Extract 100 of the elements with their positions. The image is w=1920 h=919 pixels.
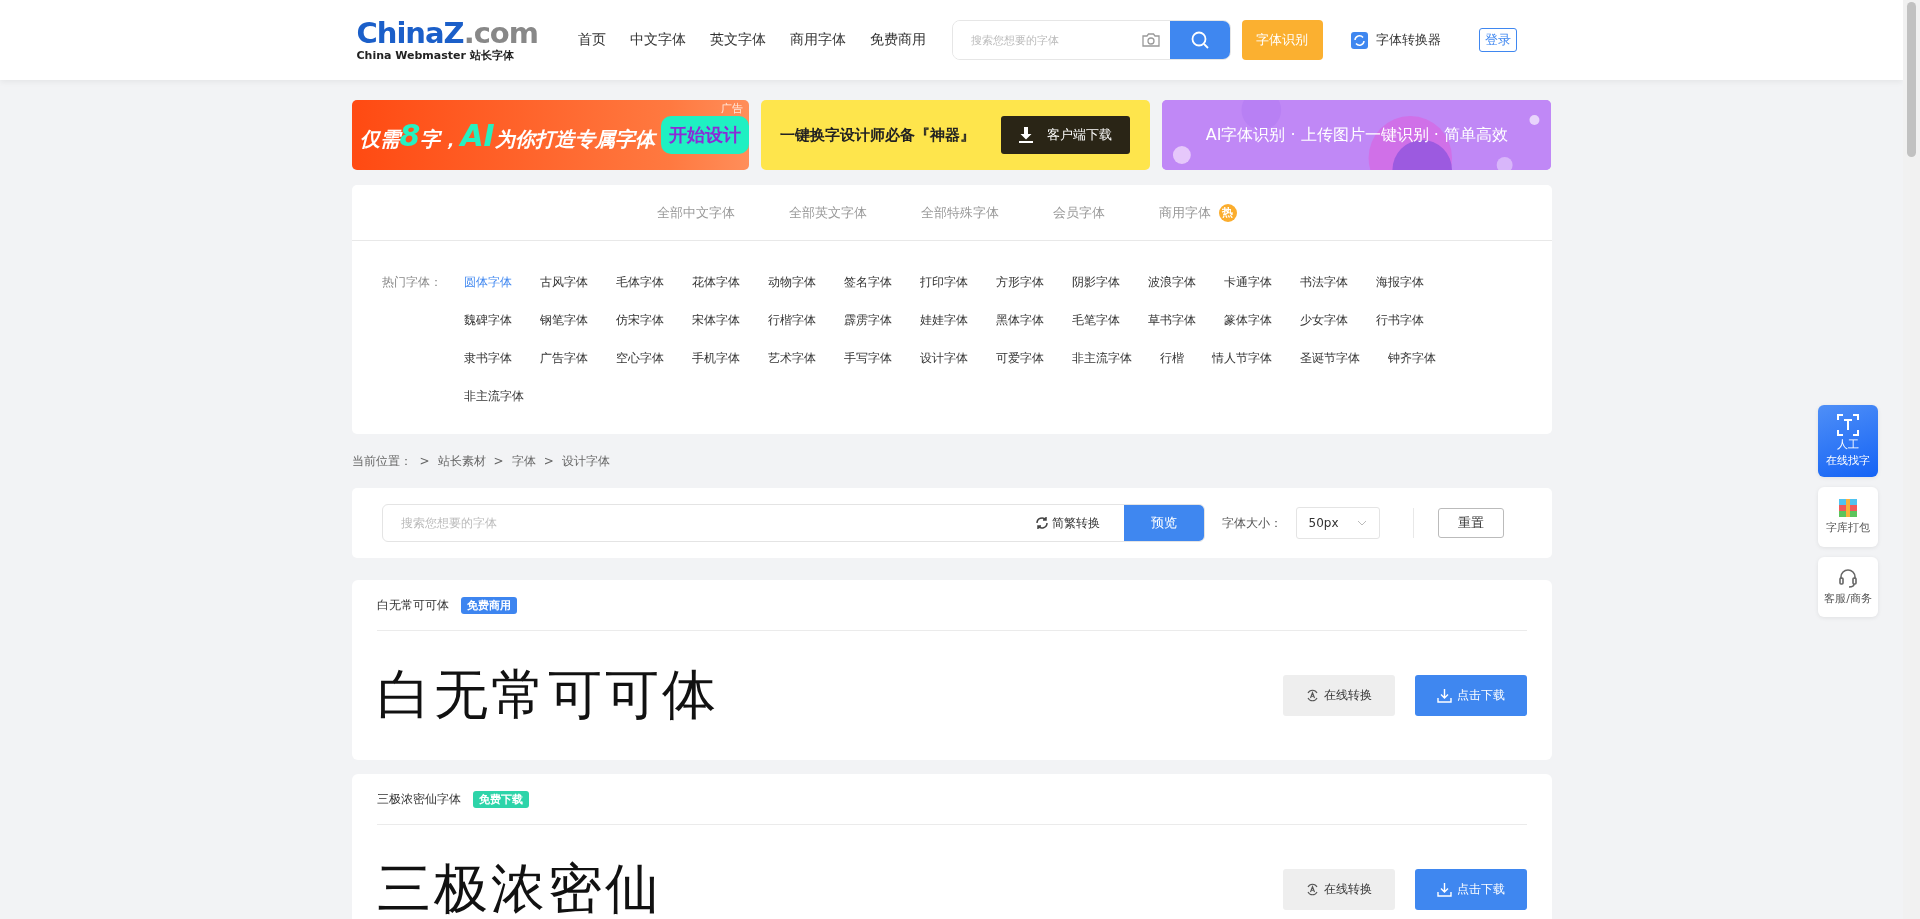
font-category-link[interactable]: 书法字体 — [1299, 263, 1348, 301]
font-category-link[interactable]: 毛笔字体 — [1071, 301, 1120, 339]
font-category-link[interactable]: 阴影字体 — [1071, 263, 1120, 301]
font-category-link[interactable]: 广告字体 — [539, 339, 588, 377]
license-tag: 免费下载 — [472, 790, 529, 808]
font-category-link[interactable]: 行楷 — [1159, 339, 1184, 377]
font-category-link[interactable]: 海报字体 — [1375, 263, 1424, 301]
convert-toggle[interactable]: 简繁转换 — [1028, 513, 1106, 533]
font-category-link[interactable]: 方形字体 — [995, 263, 1044, 301]
scrollbar[interactable] — [1903, 0, 1920, 919]
converter-link[interactable]: 字体转换器 — [1350, 31, 1441, 49]
search-icon — [1190, 31, 1209, 49]
nav-link[interactable]: 英文字体 — [709, 31, 766, 49]
download-button[interactable]: 点击下载 — [1414, 868, 1527, 910]
side-tool-button[interactable]: 客服/商务 — [1818, 557, 1878, 617]
banner-slogan: 仅需8字，AI为你打造专属字体 — [359, 117, 655, 153]
font-category-link[interactable]: 宋体字体 — [691, 301, 740, 339]
promo-banner[interactable]: 广告 仅需8字，AI为你打造专属字体 开始设计 — [351, 100, 749, 170]
font-category-link[interactable]: 非主流字体 — [463, 377, 524, 415]
headset-icon — [1838, 568, 1858, 588]
camera-icon[interactable] — [1141, 33, 1160, 47]
nav-link[interactable]: 首页 — [577, 31, 606, 49]
font-category-link[interactable]: 霹雳字体 — [843, 301, 892, 339]
refresh-icon — [1034, 516, 1049, 530]
font-category-link[interactable]: 草书字体 — [1147, 301, 1196, 339]
nav-link[interactable]: 中文字体 — [629, 31, 686, 49]
package-icon — [1839, 499, 1857, 517]
font-category-link[interactable]: 行楷字体 — [767, 301, 816, 339]
breadcrumb-separator: > — [543, 454, 554, 468]
font-category-link[interactable]: 行书字体 — [1375, 301, 1424, 339]
font-category-link[interactable]: 钟齐字体 — [1387, 339, 1436, 377]
font-category-link[interactable]: 签名字体 — [843, 263, 892, 301]
font-name[interactable]: 白无常可可体 — [376, 596, 449, 614]
breadcrumb-separator: > — [419, 454, 430, 468]
hot-fonts-label: 热门字体： — [381, 274, 442, 291]
font-category-link[interactable]: 波浪字体 — [1147, 263, 1196, 301]
font-name[interactable]: 三极浓密仙字体 — [376, 790, 461, 808]
download-icon — [1436, 881, 1452, 897]
font-category-link[interactable]: 少女字体 — [1299, 301, 1348, 339]
side-tool-button[interactable]: 字库打包 — [1818, 487, 1878, 547]
convert-icon — [1305, 882, 1319, 896]
font-category-link[interactable]: 篆体字体 — [1223, 301, 1272, 339]
font-category-link[interactable]: 非主流字体 — [1071, 339, 1132, 377]
font-category-link[interactable]: 手写字体 — [843, 339, 892, 377]
font-category-link[interactable]: 打印字体 — [919, 263, 968, 301]
font-category-link[interactable]: 卡通字体 — [1223, 263, 1272, 301]
text-frame-icon — [1837, 414, 1859, 436]
font-category-link[interactable]: 古风字体 — [539, 263, 588, 301]
convert-icon — [1305, 688, 1319, 702]
font-size-label: 字体大小： — [1221, 514, 1282, 532]
hot-badge: 热 — [1218, 203, 1237, 222]
banner-slogan: 一键换字设计师必备『神器』 — [780, 125, 976, 145]
login-button[interactable]: 登录 — [1478, 28, 1517, 52]
online-convert-button[interactable]: 在线转换 — [1282, 674, 1395, 716]
breadcrumb-link[interactable]: 设计字体 — [561, 452, 610, 470]
online-convert-button[interactable]: 在线转换 — [1282, 868, 1395, 910]
font-category-link[interactable]: 娃娃字体 — [919, 301, 968, 339]
breadcrumb-separator: > — [493, 454, 504, 468]
download-icon — [1019, 127, 1034, 143]
license-tag: 免费商用 — [460, 596, 517, 614]
font-category-link[interactable]: 动物字体 — [767, 263, 816, 301]
font-size-select[interactable]: 50px — [1295, 507, 1380, 539]
font-category-link[interactable]: 钢笔字体 — [539, 301, 588, 339]
font-category-link[interactable]: 空心字体 — [615, 339, 664, 377]
font-category-link[interactable]: 魏碑字体 — [463, 301, 512, 339]
breadcrumb-link[interactable]: 字体 — [511, 452, 536, 470]
side-tool-button[interactable]: 人工 在线找字 — [1818, 405, 1878, 477]
font-category-link[interactable]: 黑体字体 — [995, 301, 1044, 339]
breadcrumb-link[interactable]: 站长素材 — [437, 452, 486, 470]
start-design-button[interactable]: 开始设计 — [660, 116, 749, 154]
font-category-link[interactable]: 圆体字体 — [463, 263, 512, 301]
banner-slogan: AI字体识别 · 上传图片一键识别 · 简单高效 — [1205, 124, 1508, 146]
font-category-link[interactable]: 毛体字体 — [615, 263, 664, 301]
breadcrumb-label: 当前位置： — [351, 452, 412, 470]
font-search-field[interactable]: 搜索您想要的字体 简繁转换 预览 — [381, 504, 1205, 542]
font-category-link[interactable]: 设计字体 — [919, 339, 968, 377]
reset-button[interactable]: 重置 — [1437, 508, 1504, 538]
sync-icon — [1350, 31, 1368, 49]
download-icon — [1436, 687, 1452, 703]
ad-label: 广告 — [720, 101, 743, 116]
font-preview: 白无常可可体 — [376, 668, 720, 722]
search-button[interactable] — [1169, 21, 1230, 59]
preview-button[interactable]: 预览 — [1123, 505, 1204, 541]
chevron-icon — [1356, 520, 1367, 526]
font-category-link[interactable]: 手机字体 — [691, 339, 740, 377]
download-banner[interactable]: 一键换字设计师必备『神器』 客户端下载 — [760, 100, 1151, 170]
search-field[interactable]: 搜索您想要的字体 — [951, 20, 1231, 60]
nav-link[interactable]: 商用字体 — [789, 31, 846, 49]
font-category-link[interactable]: 情人节字体 — [1211, 339, 1272, 377]
font-category-link[interactable]: 圣诞节字体 — [1299, 339, 1360, 377]
font-category-link[interactable]: 可爱字体 — [995, 339, 1044, 377]
font-category-link[interactable]: 隶书字体 — [463, 339, 512, 377]
font-category-link[interactable]: 仿宋字体 — [615, 301, 664, 339]
client-download-button[interactable]: 客户端下载 — [1001, 116, 1131, 154]
font-category-link[interactable]: 花体字体 — [691, 263, 740, 301]
font-category-link[interactable]: 艺术字体 — [767, 339, 816, 377]
download-button[interactable]: 点击下载 — [1414, 674, 1527, 716]
font-preview: 三极浓密仙 — [376, 862, 663, 916]
nav-link[interactable]: 免费商用 — [869, 31, 926, 49]
site-logo[interactable]: ChinaZ.com China Webmaster 站长字体 — [356, 19, 538, 61]
